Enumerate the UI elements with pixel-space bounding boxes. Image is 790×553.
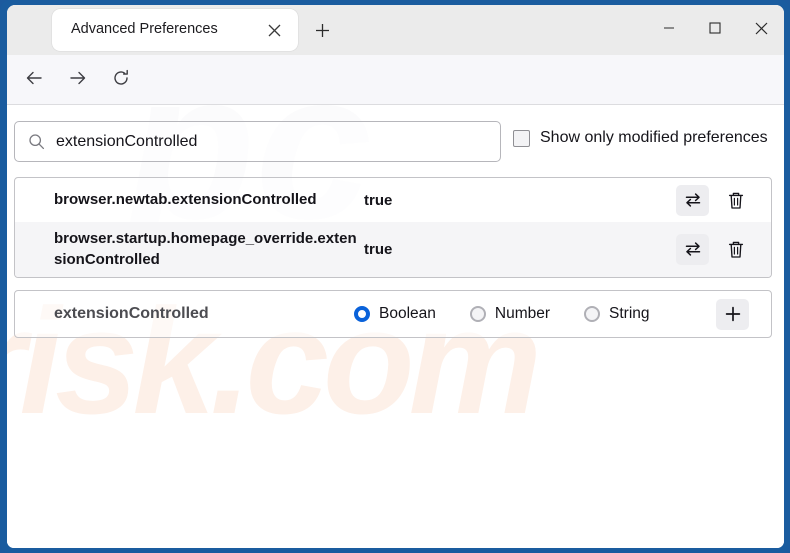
browser-tab[interactable]: Advanced Preferences	[52, 9, 298, 51]
search-input-value: extensionControlled	[56, 132, 198, 150]
radio-boolean-label: Boolean	[379, 305, 436, 322]
maximize-button[interactable]	[692, 5, 738, 51]
title-bar: Advanced Preferences	[7, 5, 784, 55]
close-button[interactable]	[738, 5, 784, 51]
add-preference-row: extensionControlled Boolean Number Strin…	[14, 290, 772, 338]
radio-string[interactable]	[584, 306, 601, 322]
about-config-page: pc risk.com extensionControlled Show onl…	[7, 105, 784, 548]
navigation-toolbar: Firefox about:config	[7, 55, 784, 148]
type-option-string[interactable]: String	[584, 305, 650, 323]
table-row[interactable]: browser.startup.homepage_override.extens…	[15, 222, 771, 277]
radio-string-label: String	[609, 305, 650, 322]
type-option-number[interactable]: Number	[469, 305, 551, 323]
preference-value: true	[364, 191, 393, 209]
table-row[interactable]: browser.newtab.extensionControlled true	[15, 178, 771, 222]
add-preference-icon[interactable]	[716, 298, 749, 330]
tab-title: Advanced Preferences	[71, 21, 218, 37]
toggle-boolean-icon[interactable]	[676, 233, 709, 265]
new-tab-icon[interactable]	[310, 18, 334, 42]
type-option-boolean[interactable]: Boolean	[354, 305, 436, 323]
show-modified-checkbox[interactable]	[513, 129, 530, 147]
delete-icon[interactable]	[723, 235, 749, 263]
tab-close-icon[interactable]	[264, 20, 284, 40]
delete-icon[interactable]	[723, 186, 749, 214]
preference-name: browser.newtab.extensionControlled	[54, 191, 317, 209]
radio-number-label: Number	[494, 305, 551, 322]
preference-list: browser.newtab.extensionControlled true	[14, 177, 772, 278]
row-actions	[676, 184, 749, 216]
window-controls	[646, 5, 784, 51]
forward-icon[interactable]	[61, 61, 95, 95]
preference-value: true	[364, 240, 393, 258]
minimize-button[interactable]	[646, 5, 692, 51]
radio-boolean[interactable]	[354, 306, 370, 322]
window-inner: Advanced Preferences risk.com extensionC…	[7, 5, 784, 548]
preference-name: browser.startup.homepage_override.extens…	[54, 230, 357, 269]
search-icon	[28, 133, 45, 150]
row-actions	[676, 233, 749, 265]
reload-icon[interactable]	[104, 61, 138, 95]
browser-window: Advanced Preferences risk.com extensionC…	[0, 0, 790, 553]
show-modified-label: Show only modified preferences	[540, 129, 768, 146]
search-input[interactable]: extensionControlled	[14, 121, 501, 162]
show-modified-preferences-toggle[interactable]: Show only modified preferences	[513, 129, 768, 147]
toggle-boolean-icon[interactable]	[676, 184, 709, 216]
back-icon[interactable]	[17, 61, 51, 95]
new-preference-name: extensionControlled	[54, 305, 209, 322]
radio-number[interactable]	[469, 306, 486, 322]
